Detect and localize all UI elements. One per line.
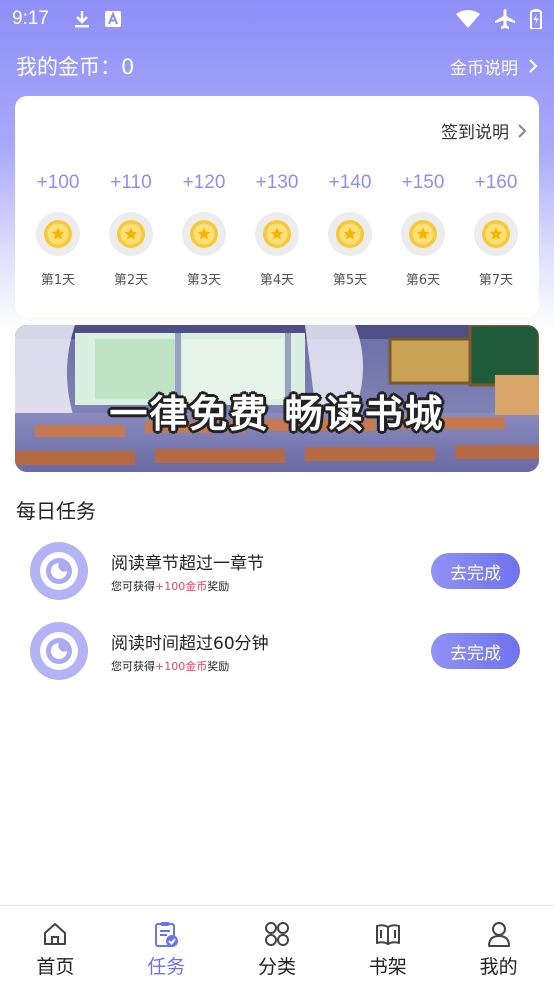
- signin-day: +140 第5天: [314, 172, 386, 288]
- task-clipboard-icon: [155, 922, 179, 947]
- task-name: 阅读章节超过一章节: [111, 553, 264, 574]
- task-item: 阅读时间超过60分钟 您可获得+100金币奖励 去完成: [30, 620, 520, 682]
- airplane-icon: [495, 9, 515, 29]
- nav-item-home[interactable]: 首页: [0, 906, 111, 984]
- signin-days: +100 第1天 +110 第2天 +120 第3天 +130 第4天 +140 第5天 +150 第…: [22, 172, 532, 288]
- task-clock-icon: [30, 622, 88, 680]
- home-icon: [44, 923, 67, 945]
- task-clock-icon: [30, 542, 88, 600]
- nav-label: 书架: [368, 956, 407, 978]
- task-reward-amount: +100金币: [155, 579, 208, 593]
- daily-tasks-title: 每日任务: [16, 499, 96, 523]
- signin-card: 签到说明 +100 第1天 +110 第2天 +120 第3天 +130 第4天 +140 第5天…: [15, 96, 539, 317]
- wifi-icon: [456, 10, 480, 28]
- coin-icon: [182, 212, 226, 256]
- signin-explanation-link[interactable]: 签到说明: [441, 118, 527, 143]
- coin-icon: [109, 212, 153, 256]
- battery-icon: [530, 9, 542, 29]
- coin-icon: [474, 212, 518, 256]
- day-label: 第1天: [40, 273, 76, 288]
- complete-task-button[interactable]: 去完成: [431, 633, 520, 669]
- banner-slogan: 一律免费 畅读书城: [109, 392, 445, 436]
- signin-day: +110 第2天: [95, 172, 167, 288]
- chevron-right-icon: [518, 123, 527, 138]
- complete-task-button[interactable]: 去完成: [431, 553, 520, 589]
- category-grid-icon: [264, 922, 289, 946]
- nav-item-mine[interactable]: 我的: [443, 906, 554, 984]
- coin-icon: [36, 212, 80, 256]
- signin-day: +100 第1天: [22, 172, 94, 288]
- task-reward-text: 您可获得+100金币奖励: [111, 659, 230, 673]
- coin-icon: [401, 212, 445, 256]
- bottom-nav: 首页 任务 分类 书架 我的: [0, 905, 554, 984]
- status-bar: 9:17: [0, 0, 554, 38]
- day-bonus: +160: [474, 172, 518, 193]
- day-bonus: +120: [182, 172, 226, 193]
- status-time: 9:17: [12, 8, 49, 29]
- day-label: 第5天: [332, 273, 368, 288]
- day-bonus: +100: [36, 172, 80, 193]
- nav-label: 分类: [257, 956, 296, 978]
- signin-explanation-label: 签到说明: [441, 123, 509, 143]
- nav-label: 我的: [479, 956, 518, 978]
- coin-explanation-label: 金币说明: [450, 58, 518, 79]
- task-reward-text: 您可获得+100金币奖励: [111, 579, 230, 593]
- download-icon: [74, 11, 89, 28]
- nav-item-bookshelf[interactable]: 书架: [332, 906, 443, 984]
- chevron-right-icon: [529, 59, 538, 73]
- coin-icon: [328, 212, 372, 256]
- coin-icon: [255, 212, 299, 256]
- day-label: 第2天: [113, 273, 149, 288]
- nav-label: 首页: [36, 956, 75, 978]
- nav-item-category[interactable]: 分类: [222, 906, 333, 984]
- my-coins-label: 我的金币：0: [16, 55, 135, 79]
- day-bonus: +130: [255, 172, 299, 193]
- coin-explanation-link[interactable]: 金币说明: [450, 54, 538, 79]
- profile-icon: [487, 922, 510, 947]
- day-label: 第4天: [259, 273, 295, 288]
- signin-day: +160 第7天: [460, 172, 532, 288]
- nav-item-tasks[interactable]: 任务: [111, 906, 222, 984]
- task-item: 阅读章节超过一章节 您可获得+100金币奖励 去完成: [30, 540, 520, 602]
- text-a-icon: [104, 11, 121, 27]
- day-bonus: +140: [328, 172, 372, 193]
- day-bonus: +110: [110, 172, 152, 193]
- nav-label: 任务: [147, 956, 186, 978]
- bookshelf-icon: [375, 924, 400, 945]
- day-bonus: +150: [401, 172, 445, 193]
- day-label: 第3天: [186, 273, 222, 288]
- promo-banner[interactable]: 一律免费 畅读书城: [15, 325, 539, 472]
- signin-day: +120 第3天: [168, 172, 240, 288]
- task-name: 阅读时间超过60分钟: [111, 633, 269, 654]
- signin-day: +150 第6天: [387, 172, 459, 288]
- task-reward-amount: +100金币: [155, 659, 208, 673]
- signin-day: +130 第4天: [241, 172, 313, 288]
- day-label: 第7天: [478, 273, 514, 288]
- day-label: 第6天: [405, 273, 441, 288]
- coins-header: 我的金币：0 金币说明: [16, 50, 538, 82]
